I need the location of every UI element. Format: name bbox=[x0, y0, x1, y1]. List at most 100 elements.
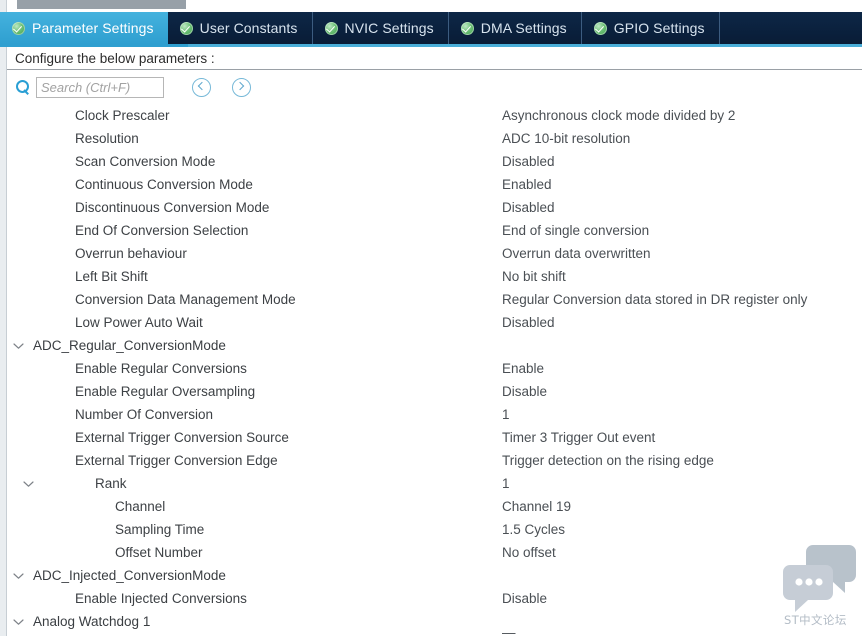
tree-row[interactable]: Analog Watchdog 1 bbox=[7, 610, 862, 633]
tree-row-label: Conversion Data Management Mode bbox=[75, 292, 296, 307]
search-icon bbox=[15, 79, 30, 95]
parameter-tree[interactable]: Clock Prescaler Asynchronous clock mode d… bbox=[7, 104, 862, 636]
tree-row-value[interactable]: Channel 19 bbox=[502, 495, 571, 518]
chevron-down-icon[interactable] bbox=[7, 334, 29, 357]
tree-row-value[interactable]: Disable bbox=[502, 587, 547, 610]
tab-nvic-settings[interactable]: NVIC Settings bbox=[313, 12, 449, 44]
tree-row-label: Resolution bbox=[75, 131, 139, 146]
tree-row-value[interactable]: Enable bbox=[502, 357, 544, 380]
watermark-label: ST中文论坛 bbox=[784, 613, 847, 627]
chevron-down-icon[interactable] bbox=[7, 610, 29, 633]
tree-row[interactable]: Conversion Data Management Mode Regular C… bbox=[7, 288, 862, 311]
search-prev-button[interactable] bbox=[192, 77, 211, 97]
chevron-down-icon[interactable] bbox=[7, 564, 29, 587]
tree-row-label: Rank bbox=[95, 476, 127, 491]
page-title: Configure the below parameters : bbox=[15, 50, 215, 66]
tree-row-value[interactable]: Disabled bbox=[502, 311, 555, 334]
tree-row[interactable]: Sampling Time 1.5 Cycles bbox=[7, 518, 862, 541]
tree-row[interactable]: Offset Number No offset bbox=[7, 541, 862, 564]
tree-row-label: Continuous Conversion Mode bbox=[75, 177, 253, 192]
tab-label: Parameter Settings bbox=[32, 20, 154, 36]
tree-row[interactable]: Low Power Auto Wait Disabled bbox=[7, 311, 862, 334]
parameter-settings-panel: Parameter Settings User Constants NVIC Set… bbox=[0, 0, 862, 636]
tree-row-label: Scan Conversion Mode bbox=[75, 154, 216, 169]
tab-parameter-settings[interactable]: Parameter Settings bbox=[0, 12, 168, 44]
tree-row[interactable]: End Of Conversion Selection End of single… bbox=[7, 219, 862, 242]
tree-row-value[interactable]: No bit shift bbox=[502, 265, 566, 288]
tab-user-constants[interactable]: User Constants bbox=[168, 12, 313, 44]
tree-row-label: Enable Regular Oversampling bbox=[75, 384, 256, 399]
search-next-button[interactable] bbox=[232, 77, 251, 97]
tree-row-label: Number Of Conversion bbox=[75, 407, 214, 422]
toolbar-gray-bar bbox=[17, 0, 186, 9]
tree-row[interactable]: Continuous Conversion Mode Enabled bbox=[7, 173, 862, 196]
green-check-icon bbox=[460, 21, 474, 35]
tree-row[interactable]: Enable Regular Conversions Enable bbox=[7, 357, 862, 380]
tree-row[interactable]: Discontinuous Conversion Mode Disabled bbox=[7, 196, 862, 219]
tree-row-label: Low Power Auto Wait bbox=[75, 315, 203, 330]
tree-row[interactable]: Scan Conversion Mode Disabled bbox=[7, 150, 862, 173]
panel-gutter bbox=[0, 47, 7, 636]
tree-row[interactable]: ADC_Injected_ConversionMode bbox=[7, 564, 862, 587]
tree-row-label: Offset Number bbox=[115, 545, 203, 560]
tree-row[interactable]: Resolution ADC 10-bit resolution bbox=[7, 127, 862, 150]
search-toolbar bbox=[7, 70, 862, 104]
tree-row-value[interactable]: Enabled bbox=[502, 173, 552, 196]
tree-row-label: Overrun behaviour bbox=[75, 246, 187, 261]
tree-row-value[interactable]: No offset bbox=[502, 541, 556, 564]
green-check-icon bbox=[593, 21, 607, 35]
tree-row-value[interactable]: 1.5 Cycles bbox=[502, 518, 565, 541]
panel-left-edge bbox=[0, 0, 7, 12]
tree-row[interactable]: Channel Channel 19 bbox=[7, 495, 862, 518]
tree-row-label: External Trigger Conversion Source bbox=[75, 430, 289, 445]
tree-row-value[interactable]: ADC 10-bit resolution bbox=[502, 127, 630, 150]
tree-row-label: Discontinuous Conversion Mode bbox=[75, 200, 270, 215]
tree-row-value[interactable]: Trigger detection on the rising edge bbox=[502, 449, 714, 472]
green-check-icon bbox=[324, 21, 338, 35]
tree-row[interactable]: Clock Prescaler Asynchronous clock mode d… bbox=[7, 104, 862, 127]
tree-row-label: Enable Injected Conversions bbox=[75, 591, 247, 606]
tree-row-label: End Of Conversion Selection bbox=[75, 223, 249, 238]
tree-row[interactable]: Number Of Conversion 1 bbox=[7, 403, 862, 426]
tree-row-label: External Trigger Conversion Edge bbox=[75, 453, 278, 468]
tree-row[interactable]: ADC_Regular_ConversionMode bbox=[7, 334, 862, 357]
tree-row[interactable]: External Trigger Conversion Source Timer … bbox=[7, 426, 862, 449]
tab-bar: Parameter Settings User Constants NVIC Set… bbox=[0, 12, 862, 44]
tree-row[interactable]: Left Bit Shift No bit shift bbox=[7, 265, 862, 288]
tree-row-label: ADC_Injected_ConversionMode bbox=[33, 568, 226, 583]
tab-gpio-settings[interactable]: GPIO Settings bbox=[582, 12, 720, 44]
tree-row-value[interactable]: Regular Conversion data stored in DR reg… bbox=[502, 288, 807, 311]
tree-row[interactable]: Enable Injected Conversions Disable bbox=[7, 587, 862, 610]
tree-row-label: Analog Watchdog 1 bbox=[33, 614, 151, 629]
tree-row-value[interactable]: End of single conversion bbox=[502, 219, 649, 242]
tree-row[interactable]: Enable Regular Oversampling Disable bbox=[7, 380, 862, 403]
tree-row-value[interactable]: Overrun data overwritten bbox=[502, 242, 651, 265]
tree-row-label: Channel bbox=[115, 499, 166, 514]
tree-row[interactable]: Overrun behaviour Overrun data overwritte… bbox=[7, 242, 862, 265]
tree-row-label: Left Bit Shift bbox=[75, 269, 148, 284]
tree-row-value[interactable]: Disabled bbox=[502, 196, 555, 219]
tab-dma-settings[interactable]: DMA Settings bbox=[449, 12, 582, 44]
tree-row[interactable]: Rank 1 bbox=[7, 472, 862, 495]
tree-row-value[interactable]: Timer 3 Trigger Out event bbox=[502, 426, 655, 449]
tree-row-value[interactable]: Disable bbox=[502, 380, 547, 403]
tree-row-label: Clock Prescaler bbox=[75, 108, 170, 123]
green-check-icon bbox=[179, 21, 193, 35]
tab-label: DMA Settings bbox=[480, 20, 567, 36]
tree-row[interactable]: External Trigger Conversion Edge Trigger … bbox=[7, 449, 862, 472]
tab-label: User Constants bbox=[199, 20, 298, 36]
tree-row-label: Sampling Time bbox=[115, 522, 205, 537]
chevron-down-icon[interactable] bbox=[17, 472, 39, 495]
tree-row-value[interactable]: 1 bbox=[502, 472, 510, 495]
tab-list: Parameter Settings User Constants NVIC Set… bbox=[0, 12, 720, 44]
tree-row-label: Enable Regular Conversions bbox=[75, 361, 247, 376]
tab-label: GPIO Settings bbox=[613, 20, 705, 36]
top-toolbar-strip bbox=[0, 0, 862, 12]
tab-label: NVIC Settings bbox=[344, 20, 434, 36]
green-check-icon bbox=[12, 21, 25, 35]
tree-row-value[interactable]: Asynchronous clock mode divided by 2 bbox=[502, 104, 735, 127]
tab-bar-filler bbox=[720, 12, 862, 44]
tree-row-value[interactable]: Disabled bbox=[502, 150, 555, 173]
tree-row-value[interactable]: 1 bbox=[502, 403, 510, 426]
search-input[interactable] bbox=[36, 76, 164, 98]
